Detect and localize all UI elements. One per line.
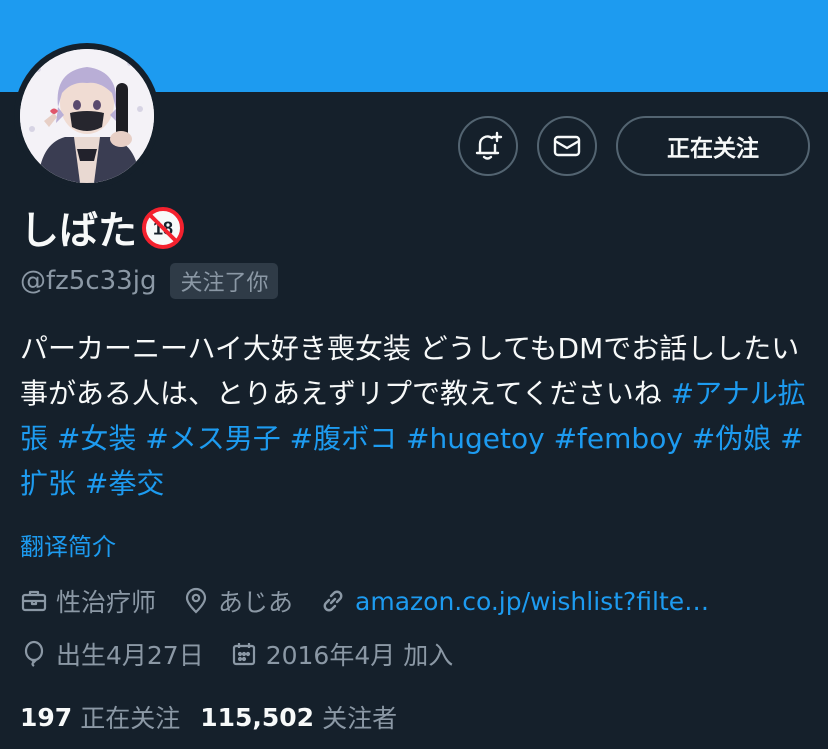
hashtag-link[interactable]: #メス男子 (145, 422, 280, 455)
follows-you-badge: 关注了你 (170, 263, 279, 299)
profession-item: 性治疗师 (20, 583, 156, 619)
birthday-text: 出生4月27日 (56, 641, 204, 670)
following-count: 197 (20, 702, 73, 732)
following-stat[interactable]: 197 正在关注 (20, 699, 180, 735)
location-pin-icon (185, 587, 207, 614)
user-handle: @fz5c33jg (20, 266, 157, 296)
message-button[interactable] (537, 116, 597, 176)
joined-item: 2016年4月 加入 (230, 636, 453, 672)
hashtag-link[interactable]: #伪娘 (692, 422, 771, 455)
hashtag-link[interactable]: #hugetoy (406, 422, 545, 455)
no-under-18-icon: 18 (142, 207, 185, 249)
briefcase-icon (21, 590, 47, 612)
envelope-icon (553, 135, 581, 157)
location-text: あじあ (218, 588, 294, 617)
website-item[interactable]: amazon.co.jp/wishlist?filte… (319, 587, 709, 616)
hashtag-link[interactable]: #腹ボコ (290, 422, 397, 455)
followers-stat[interactable]: 115,502 关注者 (200, 699, 397, 735)
hashtag-link[interactable]: #拳交 (85, 467, 164, 500)
followers-count: 115,502 (200, 702, 315, 732)
avatar[interactable] (20, 49, 154, 183)
translate-bio-link[interactable]: 翻译简介 (20, 527, 116, 562)
notify-button[interactable] (458, 116, 518, 176)
balloon-icon (24, 640, 44, 667)
following-label: 正在关注 (80, 704, 181, 733)
hashtag-link[interactable]: #女装 (57, 422, 136, 455)
hashtag-link[interactable]: #femboy (554, 422, 683, 455)
location-item: あじあ (182, 583, 293, 619)
bell-plus-icon (475, 131, 503, 160)
birthday-item: 出生4月27日 (20, 636, 204, 672)
link-icon (323, 590, 343, 612)
joined-text: 2016年4月 加入 (265, 641, 454, 670)
calendar-icon (232, 643, 255, 666)
website-link[interactable]: amazon.co.jp/wishlist?filte… (355, 587, 709, 616)
profession-text: 性治疗师 (56, 588, 157, 617)
followers-label: 关注者 (322, 704, 398, 733)
following-button[interactable]: 正在关注 (616, 116, 810, 176)
profile-bio: パーカーニーハイ大好き喪女装 どうしてもDMでお話ししたい事がある人は、とりあえ… (20, 326, 810, 506)
display-name: しばた (20, 209, 138, 254)
